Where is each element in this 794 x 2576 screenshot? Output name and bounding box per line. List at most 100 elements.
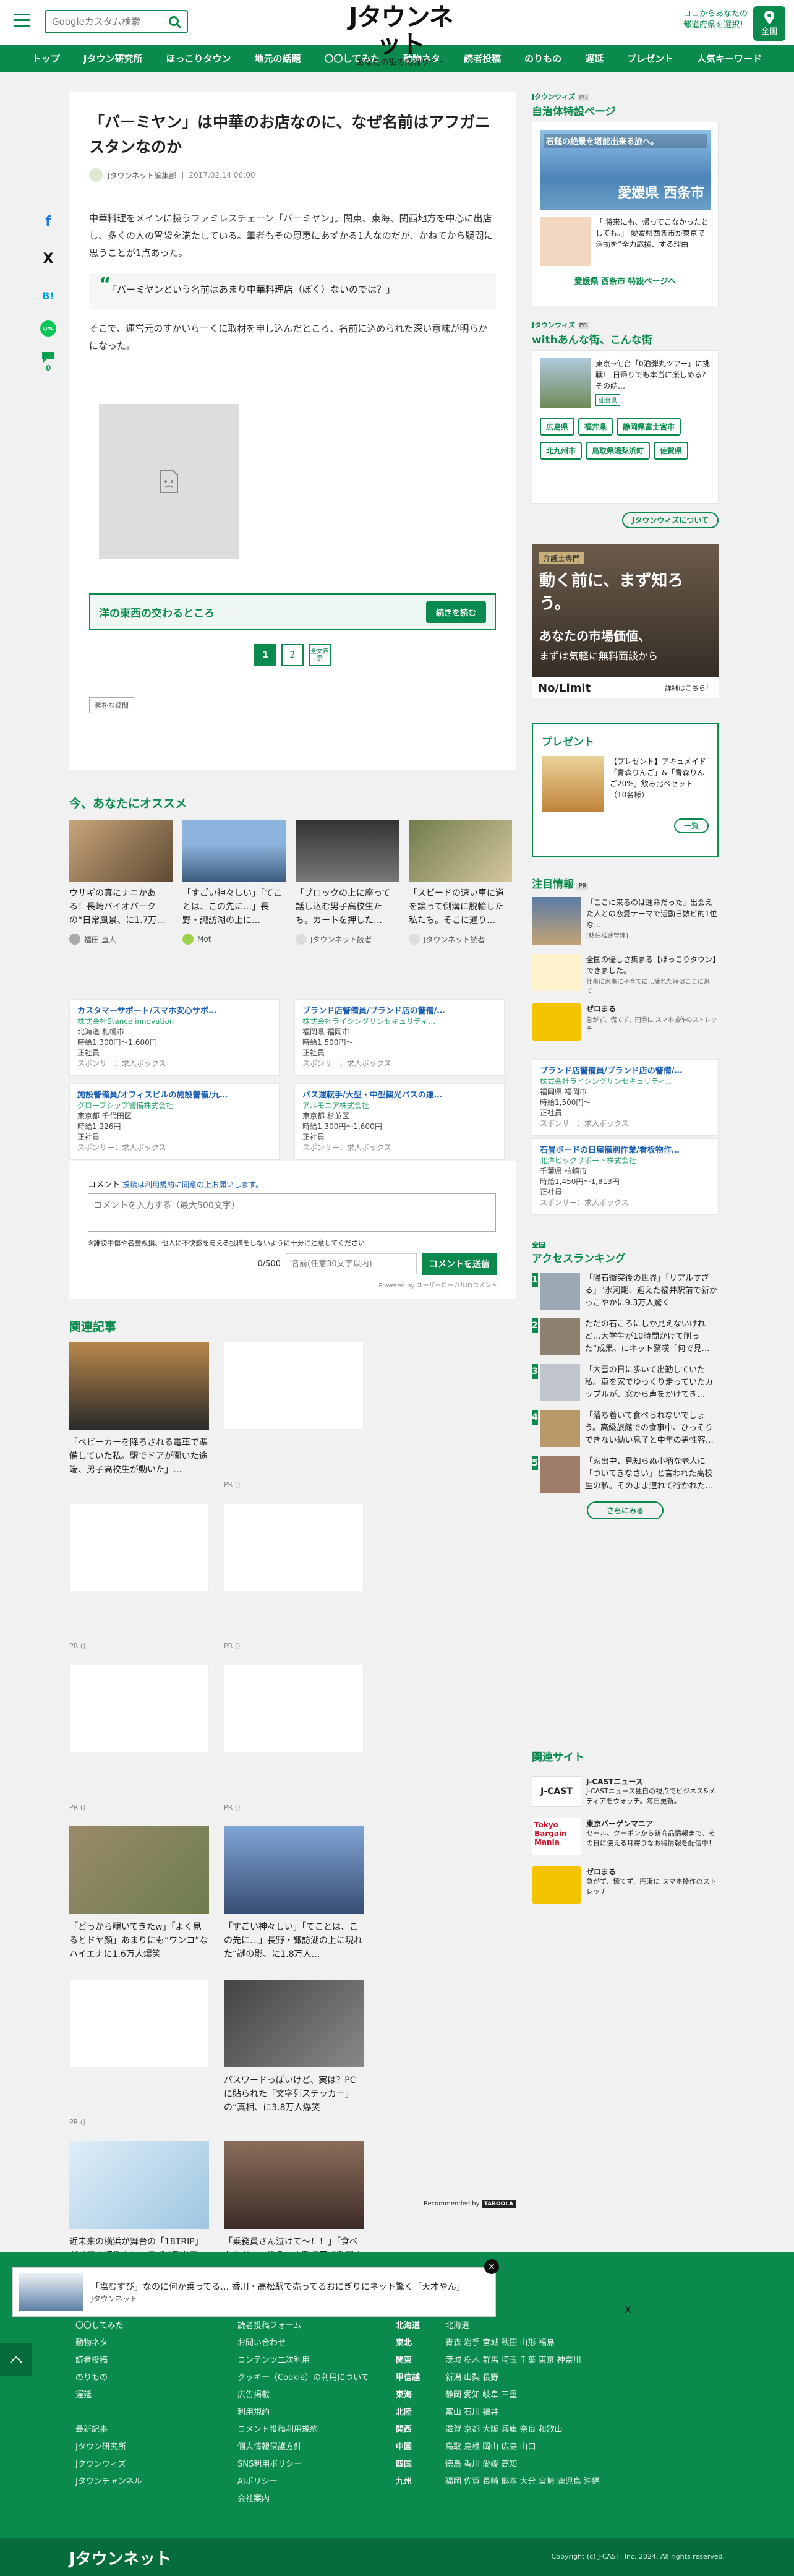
footer-link[interactable]: AIポリシー — [237, 2473, 369, 2491]
ehime-special-link[interactable]: 愛媛県 西条市 特設ページへ — [540, 275, 711, 286]
region-name[interactable]: 東海 — [396, 2387, 445, 2404]
search-input[interactable] — [46, 11, 157, 32]
comment-name-input[interactable] — [286, 1253, 417, 1274]
recommend-item[interactable]: 「スピードの速い車に道を譲って側溝に脱輪した私たち。そこに通り… Jタウンネット読… — [409, 820, 512, 945]
footer-link[interactable]: 〇〇してみた — [75, 2317, 142, 2335]
prefecture-links[interactable]: 徳島 香川 愛媛 高知 — [445, 2460, 517, 2469]
ranking-item[interactable]: 1 「陽石衝突後の世界」「リアルすぎる」"氷河期、迎えた福井駅前で新かっこやかに9… — [532, 1273, 719, 1310]
related-item[interactable]: 「どっから覗いてきたw」「よく見るとドヤ顔」あまりにも“ワンコ”なハイエナに1.… — [69, 1826, 209, 1965]
comment-count-icon[interactable]: 0 — [36, 349, 61, 374]
prefecture-links[interactable]: 新潟 山梨 長野 — [445, 2373, 498, 2382]
sticky-article-banner[interactable]: 「塩むすび」なのに何か乗ってる… 香川・高松駅で売ってるおにぎりにネット驚く「天… — [12, 2259, 499, 2317]
nav-top[interactable]: トップ — [20, 52, 72, 65]
sticky-close-button[interactable]: × — [484, 2259, 499, 2274]
article-tag[interactable]: 素朴な疑問 — [89, 697, 134, 713]
prefecture-links[interactable]: 鳥取 島根 岡山 広島 山口 — [445, 2442, 536, 2452]
region-tag[interactable]: 北九州市 — [540, 442, 583, 460]
menu-icon[interactable] — [14, 14, 30, 27]
region-name[interactable]: 関東 — [396, 2352, 445, 2369]
footer-link[interactable]: 読者投稿 — [75, 2352, 142, 2369]
nav-keywords[interactable]: 人気キーワード — [685, 52, 774, 65]
footer-link[interactable]: コメント投稿利用規約 — [237, 2421, 369, 2439]
recommend-item[interactable]: ウサギの真にナニかある！長崎バイオパークの“日常風景、に1.7万… 福田 直人 — [69, 820, 173, 945]
related-item[interactable]: PR () — [69, 1503, 209, 1650]
region-select-button[interactable]: 全国 — [753, 6, 785, 41]
with-tag[interactable]: 仙台県 — [596, 394, 620, 406]
footer-link[interactable]: 動物ネタ — [75, 2335, 142, 2352]
ranking-item[interactable]: 4 「落ち着いて食べられないでしょう。高級旅館での食事中、ひっそりできない幼い息子… — [532, 1410, 719, 1447]
ranking-item[interactable]: 2 ただの石ころにしか見えないけれど…大学生が10時間かけて削った“成果、にネット… — [532, 1318, 719, 1355]
region-tag[interactable]: 静岡県富士宮市 — [617, 418, 681, 436]
search-icon[interactable] — [168, 15, 182, 29]
nav-delay[interactable]: 遅延 — [573, 52, 615, 65]
page-top-button[interactable] — [0, 2343, 32, 2376]
next-page-banner[interactable]: 洋の東西の交わるところ 続きを読む — [89, 593, 496, 630]
footer-link[interactable]: 遅延 — [75, 2387, 142, 2404]
ehime-banner[interactable]: 石鎚の絶景を堪能出来る旅へ。 愛媛県 西条市 — [540, 130, 711, 210]
related-item[interactable]: パスワードっぽいけど、実は？PCに貼られた「文字列ステッカー」の“真相、に3.8… — [224, 1980, 364, 2126]
footer-link[interactable]: 読者投稿フォーム — [237, 2317, 369, 2335]
lawyer-ad[interactable]: 弁護士専門 動く前に、まず知ろう。 あなたの市場価値、 まずは気軽に無料面談から… — [532, 544, 719, 698]
region-name[interactable]: 北海道 — [396, 2317, 445, 2335]
related-item[interactable]: PR () — [224, 1342, 364, 1488]
nav-present[interactable]: プレゼント — [615, 52, 685, 65]
ranking-item[interactable]: 3 「大雪の日に歩いて出勤していた私。車を家でゆっくり走っていたカップルが、窓から… — [532, 1364, 719, 1401]
footer-link[interactable]: のりもの — [75, 2369, 142, 2387]
notice-item[interactable]: ぜロまる 急がず、慌てず、円滑に スマホ操作のストレッチ — [532, 1003, 719, 1041]
job-card[interactable]: ブランド店警備員/ブランド店の警備/… 株式会社ライシングサンセキュリティ… 福岡県… — [294, 999, 505, 1076]
ad-more[interactable]: 詳細はこちら！ — [665, 683, 712, 693]
footer-link[interactable]: Jタウンウィズ — [75, 2456, 142, 2473]
footer-link[interactable]: Jタウン研究所 — [75, 2439, 142, 2456]
page-all[interactable]: 全文表示 — [309, 644, 331, 666]
prefecture-links[interactable]: 青森 岩手 宮城 秋田 山形 福島 — [445, 2338, 555, 2348]
region-name[interactable]: 関西 — [396, 2421, 445, 2439]
region-name[interactable]: 九州 — [396, 2473, 445, 2491]
footer-logo[interactable]: Jタウンネット — [69, 2546, 171, 2569]
prefecture-links[interactable]: 滋賀 京都 大阪 兵庫 奈良 和歌山 — [445, 2425, 563, 2434]
job-card[interactable]: 石畳ボードの日雇備別作業/看板物作… 北洋ビックサポート株式会社 千葉県 柏崎市 時給… — [532, 1138, 719, 1215]
footer-link[interactable]: 広告掲載 — [237, 2387, 369, 2404]
comment-textarea[interactable] — [88, 1193, 496, 1232]
related-item[interactable]: PR () — [69, 1665, 209, 1811]
ranking-item[interactable]: 5 「家出中、見知らぬ小柄な老人に「ついてきなさい」と言われた高校生の私。そのまま… — [532, 1456, 719, 1493]
facebook-share-icon[interactable]: f — [36, 209, 61, 234]
comment-submit-button[interactable]: コメントを送信 — [422, 1253, 497, 1275]
with-article[interactable]: 東京→仙台「0泊弾丸ツアー」に挑戦！ 日帰りでも本当に楽しめる？その結… 仙台県 — [540, 358, 711, 408]
footer-link[interactable]: 最新記事 — [75, 2421, 142, 2439]
ranking-more-button[interactable]: さらにみる — [586, 1501, 664, 1519]
job-card[interactable]: バス運転手/大型・中型観光バスの運… アルモニア株式会社 東京都 杉並区 時給1,30… — [294, 1083, 505, 1160]
page-2[interactable]: 2 — [281, 644, 304, 666]
site-item[interactable]: J-CAST J-CASTニュース J-CASTニュース独自の視点でビジネス&メディ… — [532, 1776, 719, 1807]
region-tag[interactable]: 佐賀県 — [654, 442, 689, 460]
footer-link[interactable]: 個人情報保護方針 — [237, 2439, 369, 2456]
footer-close-x[interactable]: X — [625, 2304, 631, 2316]
related-item[interactable]: PR () — [224, 1503, 364, 1650]
line-share-icon[interactable]: LINE — [40, 320, 56, 337]
region-name[interactable]: 北陸 — [396, 2404, 445, 2421]
prefecture-links[interactable]: 静岡 愛知 岐阜 三重 — [445, 2390, 517, 2400]
notice-item[interactable]: 「ここに来るのは運命だった」出会えた人との恋愛テーマで活動日数ビ的1位な… [移住… — [532, 897, 719, 945]
region-tag[interactable]: 広島県 — [540, 418, 575, 436]
prefecture-links[interactable]: 北海道 — [445, 2321, 469, 2330]
comment-rule-link[interactable]: 投稿は利用規約に同意の上お願いします。 — [122, 1180, 263, 1189]
site-item[interactable]: Tokyo Bargain Mania 東京バーゲンマニア セール、クーポンから新商… — [532, 1818, 719, 1855]
ehime-article[interactable]: 「 将来にも、帰ってこなかったとしても。」 愛媛県西条市が東京で活動を“全力応援… — [540, 217, 711, 266]
related-item[interactable]: 「ベビーカーを降ろされる電車で準備していた私。駅でドアが開いた途端、男子高校生が… — [69, 1342, 209, 1488]
search-box[interactable] — [45, 10, 188, 33]
nav-hokkori[interactable]: ほっこりタウン — [154, 52, 242, 65]
prefecture-links[interactable]: 福岡 佐賀 長崎 熊本 大分 宮崎 鹿児島 沖縄 — [445, 2477, 600, 2486]
nav-local[interactable]: 地元の話題 — [242, 52, 312, 65]
job-card[interactable]: ブランド店警備員/ブランド店の警備/… 株式会社ライシングサンセキュリティ… 福岡県… — [532, 1059, 719, 1136]
nav-lab[interactable]: Jタウン研究所 — [72, 52, 155, 65]
recommend-item[interactable]: 「すごい神々しい」「てことは、この先に…」長野・諏訪湖の上に… Mot — [182, 820, 286, 945]
footer-link[interactable]: Jタウンチャンネル — [75, 2473, 142, 2491]
read-more-button[interactable]: 続きを読む — [425, 601, 486, 623]
related-item[interactable]: PR () — [224, 1665, 364, 1811]
footer-link[interactable]: クッキー（Cookie）の利用について — [237, 2369, 369, 2387]
notice-item[interactable]: 全国の優しさ集まる【ほっこりタウン】できました。 仕事に家事に子育てに…疲れた時は… — [532, 954, 719, 995]
region-tag[interactable]: 福井県 — [578, 418, 613, 436]
job-card[interactable]: カスタマーサポート/スマホ安心サポ… 株式会社Stance innovation 北… — [69, 999, 280, 1076]
footer-link[interactable]: コンテンツ二次利用 — [237, 2352, 369, 2369]
about-jtw-button[interactable]: Jタウンウィズについて — [621, 512, 719, 528]
footer-link[interactable] — [75, 2404, 142, 2421]
